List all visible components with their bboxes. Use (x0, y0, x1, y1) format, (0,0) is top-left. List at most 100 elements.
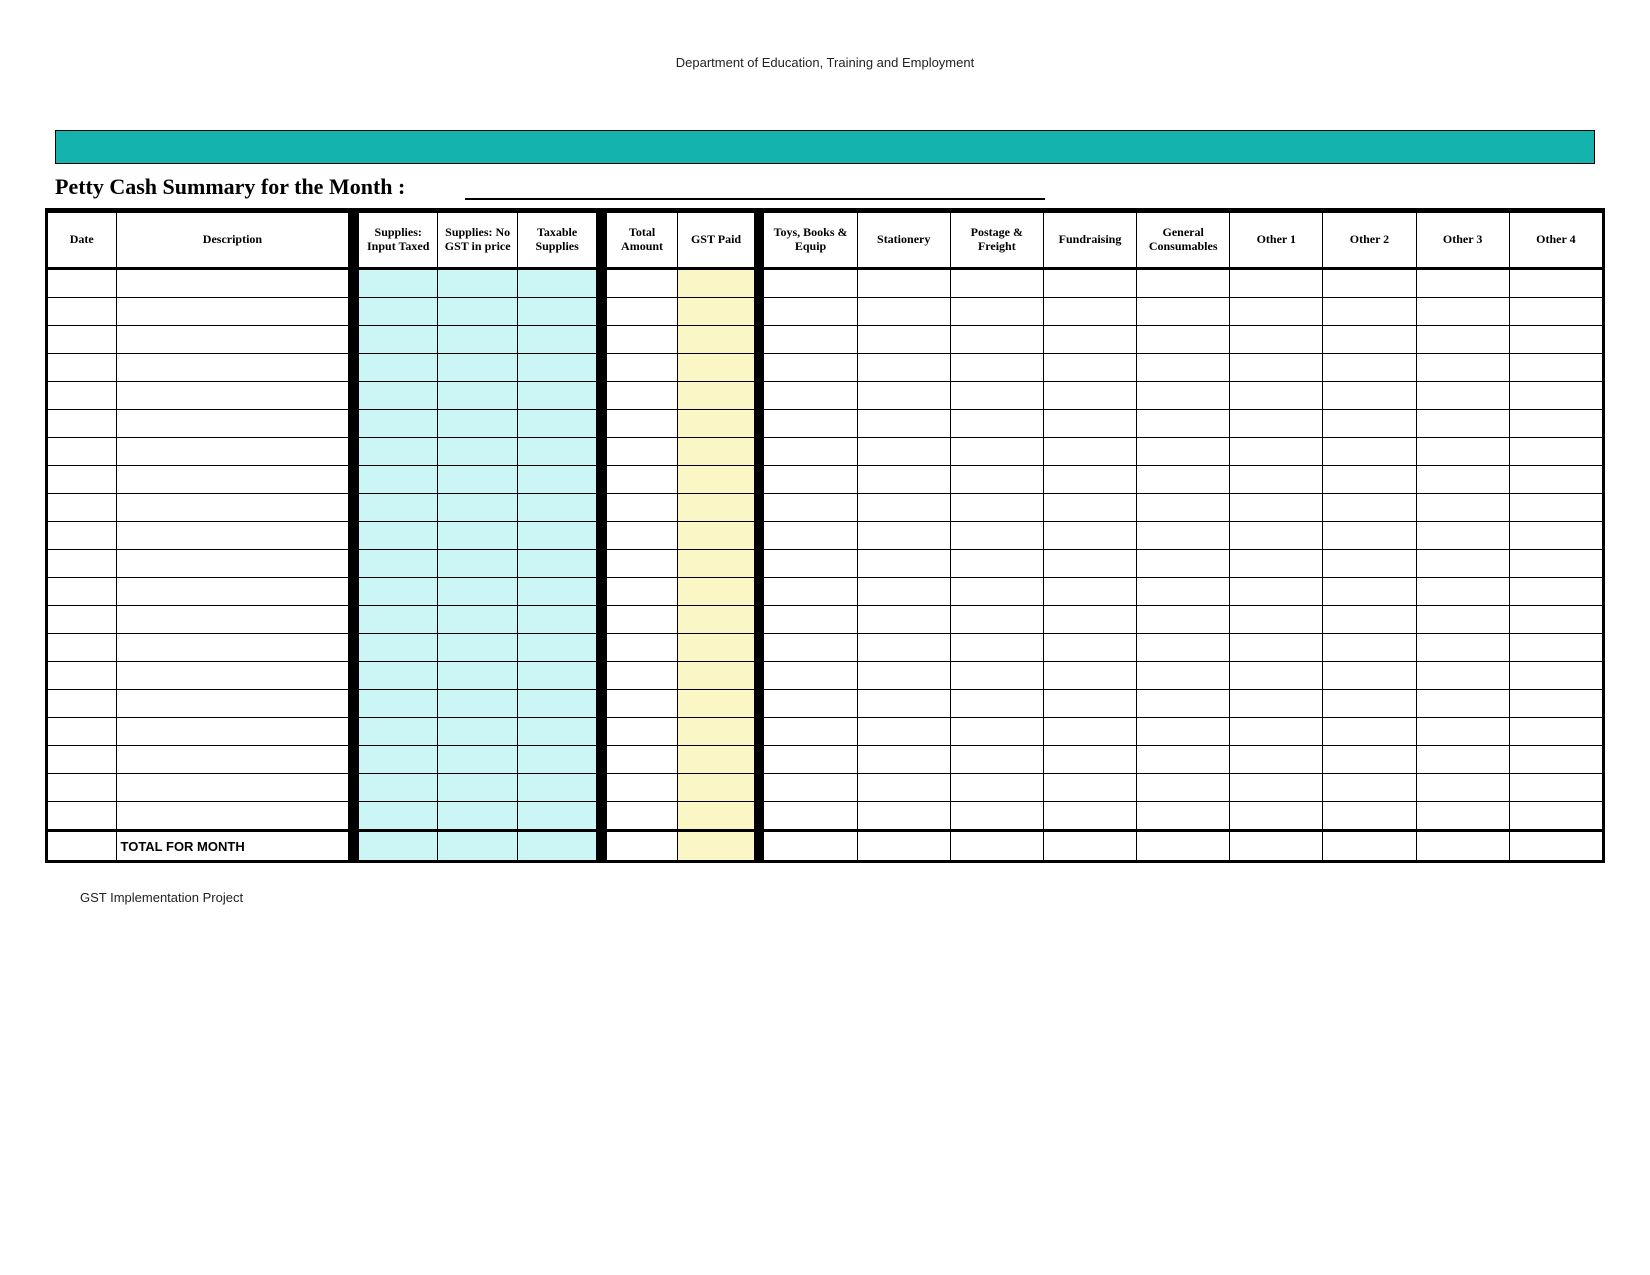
cell[interactable] (1416, 634, 1509, 662)
cell[interactable] (1137, 550, 1230, 578)
cell[interactable] (1230, 746, 1323, 774)
cell[interactable] (1230, 774, 1323, 802)
cell[interactable] (857, 298, 950, 326)
cell[interactable] (1323, 354, 1416, 382)
cell[interactable] (48, 662, 117, 690)
cell[interactable] (764, 831, 857, 861)
cell[interactable] (438, 718, 517, 746)
cell[interactable] (48, 382, 117, 410)
cell[interactable] (764, 746, 857, 774)
cell[interactable] (1416, 746, 1509, 774)
cell[interactable] (1137, 690, 1230, 718)
cell[interactable] (1509, 298, 1602, 326)
cell[interactable] (1509, 269, 1602, 298)
cell[interactable] (1416, 831, 1509, 861)
cell[interactable] (606, 831, 677, 861)
cell[interactable] (1509, 410, 1602, 438)
cell[interactable] (517, 382, 596, 410)
cell[interactable] (1509, 466, 1602, 494)
cell[interactable] (517, 410, 596, 438)
cell[interactable] (517, 466, 596, 494)
cell[interactable] (1137, 802, 1230, 831)
cell[interactable] (1323, 774, 1416, 802)
cell[interactable] (764, 354, 857, 382)
cell[interactable] (857, 774, 950, 802)
cell[interactable] (1509, 831, 1602, 861)
cell[interactable] (764, 494, 857, 522)
cell[interactable] (438, 662, 517, 690)
cell[interactable] (1137, 438, 1230, 466)
cell[interactable] (1416, 466, 1509, 494)
cell[interactable] (1043, 606, 1136, 634)
cell[interactable] (1323, 831, 1416, 861)
cell[interactable] (438, 606, 517, 634)
cell[interactable] (1416, 802, 1509, 831)
cell[interactable] (116, 438, 349, 466)
cell[interactable] (358, 466, 437, 494)
cell[interactable] (48, 438, 117, 466)
cell[interactable] (517, 662, 596, 690)
cell[interactable] (1230, 494, 1323, 522)
cell[interactable] (1137, 354, 1230, 382)
cell[interactable] (950, 494, 1043, 522)
cell[interactable] (950, 466, 1043, 494)
cell[interactable] (950, 410, 1043, 438)
cell[interactable] (48, 606, 117, 634)
cell[interactable] (1509, 354, 1602, 382)
cell[interactable] (116, 494, 349, 522)
cell[interactable] (1230, 438, 1323, 466)
cell[interactable] (1043, 578, 1136, 606)
cell[interactable] (1043, 382, 1136, 410)
cell[interactable] (857, 354, 950, 382)
cell[interactable] (1323, 382, 1416, 410)
cell[interactable] (678, 578, 755, 606)
cell[interactable] (1137, 466, 1230, 494)
cell[interactable] (857, 326, 950, 354)
cell[interactable] (1137, 326, 1230, 354)
cell[interactable] (1416, 774, 1509, 802)
cell[interactable] (517, 298, 596, 326)
cell[interactable] (438, 578, 517, 606)
cell[interactable] (764, 634, 857, 662)
cell[interactable] (116, 298, 349, 326)
cell[interactable] (1416, 606, 1509, 634)
cell[interactable] (358, 802, 437, 831)
cell[interactable] (1043, 550, 1136, 578)
cell[interactable] (764, 662, 857, 690)
cell[interactable] (678, 774, 755, 802)
cell[interactable] (764, 774, 857, 802)
cell[interactable] (678, 634, 755, 662)
cell[interactable] (1509, 438, 1602, 466)
cell[interactable] (48, 466, 117, 494)
cell[interactable] (1043, 522, 1136, 550)
cell[interactable] (606, 410, 677, 438)
cell[interactable] (438, 494, 517, 522)
cell[interactable] (1137, 606, 1230, 634)
cell[interactable] (1230, 382, 1323, 410)
cell[interactable] (438, 522, 517, 550)
cell[interactable] (1137, 831, 1230, 861)
cell[interactable] (764, 718, 857, 746)
cell[interactable] (950, 690, 1043, 718)
cell[interactable] (358, 606, 437, 634)
month-entry-line[interactable] (465, 176, 1045, 200)
cell[interactable] (950, 578, 1043, 606)
cell[interactable] (116, 354, 349, 382)
cell[interactable] (48, 634, 117, 662)
cell[interactable] (116, 802, 349, 831)
cell[interactable] (950, 550, 1043, 578)
cell[interactable] (358, 774, 437, 802)
cell[interactable] (606, 550, 677, 578)
cell[interactable] (116, 578, 349, 606)
cell[interactable] (1043, 466, 1136, 494)
cell[interactable] (950, 662, 1043, 690)
cell[interactable] (438, 326, 517, 354)
cell[interactable] (358, 578, 437, 606)
cell[interactable] (950, 718, 1043, 746)
cell[interactable] (1043, 269, 1136, 298)
cell[interactable] (950, 606, 1043, 634)
cell[interactable] (48, 269, 117, 298)
cell[interactable] (1416, 718, 1509, 746)
cell[interactable] (358, 382, 437, 410)
cell[interactable] (116, 690, 349, 718)
